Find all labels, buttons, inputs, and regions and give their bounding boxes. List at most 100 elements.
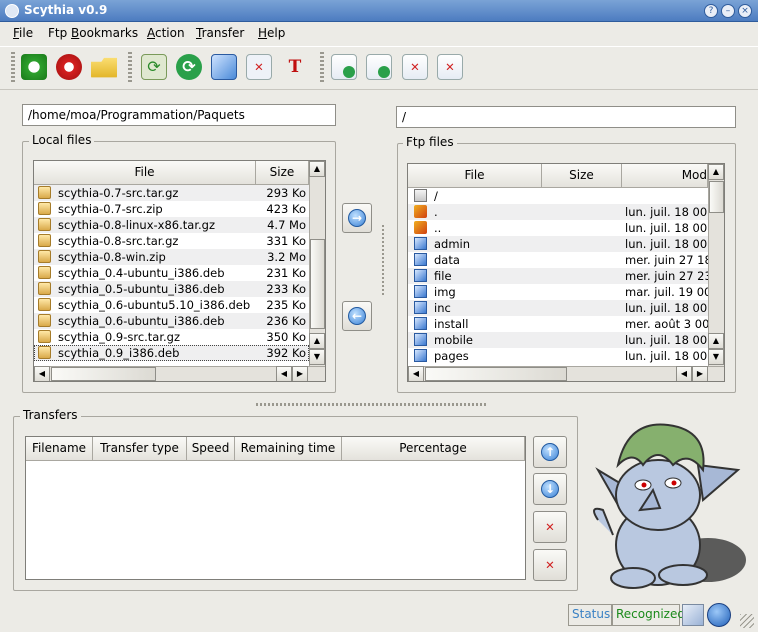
text-tool-icon[interactable]: T [282,54,308,80]
menu-help[interactable]: Help [258,26,285,40]
scroll-up-button[interactable]: ▲ [708,164,724,180]
scroll-left-button[interactable]: ◀ [276,366,292,381]
edit-bookmarks-icon[interactable] [211,54,237,80]
goblin-mascot-image [593,423,746,589]
local-file-row[interactable]: scythia-0.8-linux-x86.tar.gz 4.7 Mo [34,217,309,233]
file-name: . [434,205,438,219]
scroll-down-button[interactable]: ▲ [309,333,325,349]
app-menu-icon[interactable] [5,4,19,18]
column-header-percentage[interactable]: Percentage [342,437,525,461]
local-file-row[interactable]: scythia-0.8-win.zip 3.2 Mo [34,249,309,265]
scroll-thumb[interactable] [425,367,567,381]
toolbar-grip[interactable] [11,52,15,82]
column-header-modified[interactable]: Mod [622,164,708,188]
file-name: scythia_0.9_i386.deb [58,346,180,360]
delete-bookmark-icon[interactable]: ✕ [246,54,272,80]
resize-grip[interactable] [740,614,754,628]
ftp-file-row[interactable]: mobile lun. juil. 18 00: [408,332,708,348]
local-path-field[interactable]: /home/moa/Programmation/Paquets [22,104,336,126]
scroll-up-button[interactable]: ▲ [309,161,325,177]
upload-arrow-button[interactable]: → [342,203,372,233]
refresh-local-icon[interactable]: ⟳ [141,54,167,80]
ftp-file-row[interactable]: file mer. juin 27 23 [408,268,708,284]
window-title: Scythia v0.9 [24,3,108,17]
connection-icon [682,604,704,626]
ftp-file-row[interactable]: inc lun. juil. 18 00: [408,300,708,316]
toolbar-grip[interactable] [320,52,324,82]
scroll-thumb[interactable] [709,181,724,213]
column-header-size[interactable]: Size [256,161,309,185]
file-size: 423 Ko [266,202,306,216]
archive-file-icon [38,330,51,343]
ftp-file-list[interactable]: File Size Mod /. lun. juil. 18 00:.. lun. … [407,163,725,382]
download-arrow-button[interactable]: ← [342,301,372,331]
folder-icon [414,269,427,282]
ftp-file-row[interactable]: .. lun. juil. 18 00: [408,220,708,236]
connect-icon[interactable] [21,54,47,80]
column-header-size[interactable]: Size [542,164,622,188]
scroll-left-button[interactable]: ◀ [34,366,50,381]
local-file-row[interactable]: scythia-0.7-src.zip 423 Ko [34,201,309,217]
local-file-row[interactable]: scythia_0.6-ubuntu5.10_i386.deb 235 Ko [34,297,309,313]
scroll-down-button[interactable]: ▼ [708,349,724,365]
move-up-button[interactable]: ↑ [533,436,567,468]
remote-path-field[interactable]: / [396,106,736,128]
menu-action[interactable]: Action [147,26,185,40]
column-header-remaining-time[interactable]: Remaining time [235,437,342,461]
move-down-button[interactable]: ↓ [533,473,567,505]
ftp-file-row[interactable]: admin lun. juil. 18 00: [408,236,708,252]
remove-transfer-button[interactable]: ✕ [533,511,567,543]
menu-file[interactable]: File [13,26,33,40]
column-header-filename[interactable]: Filename [26,437,93,461]
local-file-row[interactable]: scythia-0.8-src.tar.gz 331 Ko [34,233,309,249]
download-icon[interactable] [331,54,357,80]
transfer-queue-list[interactable]: Filename Transfer type Speed Remaining t… [25,436,526,580]
local-file-list[interactable]: File Size scythia-0.7-src.tar.gz 293 Ko sc… [33,160,326,382]
ftp-file-row[interactable]: pages lun. juil. 18 00: [408,348,708,364]
scroll-thumb[interactable] [51,367,156,381]
scroll-left-button[interactable]: ◀ [676,366,692,381]
close-window-button[interactable]: × [738,4,752,18]
scroll-thumb[interactable] [310,239,325,329]
file-size: 233 Ko [266,282,306,296]
menu-ftp-bookmarks[interactable]: Ftp Bookmarks [48,26,138,40]
file-size: 236 Ko [266,314,306,328]
title-bar[interactable] [0,0,758,22]
minimize-button[interactable]: – [721,4,735,18]
refresh-remote-icon[interactable]: ⟳ [176,54,202,80]
scroll-right-button[interactable]: ▶ [692,366,708,381]
local-file-row[interactable]: scythia_0.4-ubuntu_i386.deb 231 Ko [34,265,309,281]
ftp-file-row[interactable]: install mer. août 3 00: [408,316,708,332]
upload-icon[interactable] [366,54,392,80]
ftp-file-row[interactable]: img mar. juil. 19 00: [408,284,708,300]
local-file-row[interactable]: scythia_0.6-ubuntu_i386.deb 236 Ko [34,313,309,329]
ftp-file-row[interactable]: data mer. juin 27 18 [408,252,708,268]
local-file-row[interactable]: scythia-0.7-src.tar.gz 293 Ko [34,185,309,201]
toolbar-grip[interactable] [128,52,132,82]
column-header-speed[interactable]: Speed [187,437,235,461]
column-header-file[interactable]: File [408,164,542,188]
scroll-up-button[interactable]: ▲ [708,333,724,349]
ftp-file-row[interactable]: . lun. juil. 18 00: [408,204,708,220]
column-header-transfer-type[interactable]: Transfer type [93,437,187,461]
scroll-right-button[interactable]: ▶ [292,366,308,381]
clear-queue-icon[interactable]: ✕ [437,54,463,80]
clear-transfers-button[interactable]: ✕ [533,549,567,581]
archive-file-icon [38,314,51,327]
remove-file-icon[interactable]: ✕ [402,54,428,80]
file-name: install [434,317,469,331]
splitter-handle[interactable] [256,403,486,406]
local-file-row[interactable]: scythia_0.9_i386.deb 392 Ko [34,345,309,361]
menu-transfer[interactable]: Transfer [196,26,244,40]
help-window-button[interactable]: ? [704,4,718,18]
local-file-row[interactable]: scythia_0.5-ubuntu_i386.deb 233 Ko [34,281,309,297]
arrow-up-icon: ↑ [541,443,559,461]
scroll-left-button[interactable]: ◀ [408,366,424,381]
splitter-handle[interactable] [382,225,384,295]
scroll-down-button[interactable]: ▼ [309,349,325,365]
column-header-file[interactable]: File [34,161,256,185]
disconnect-icon[interactable]: ✕ [56,54,82,80]
local-file-row[interactable]: scythia_0.9-src.tar.gz 350 Ko [34,329,309,345]
ftp-file-row[interactable]: / [408,188,708,204]
file-name: scythia-0.8-src.tar.gz [58,234,179,248]
